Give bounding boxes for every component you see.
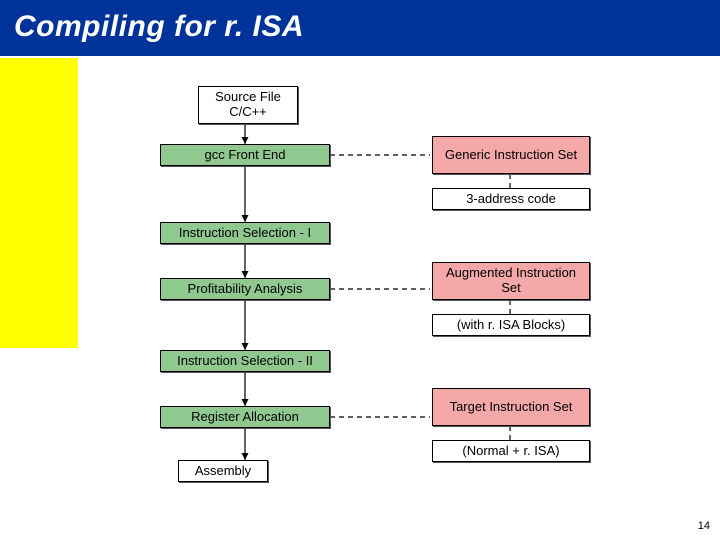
box-regalloc: Register Allocation — [160, 406, 330, 428]
box-assembly: Assembly — [178, 460, 268, 482]
box-source: Source File C/C++ — [198, 86, 298, 124]
box-gcc: gcc Front End — [160, 144, 330, 166]
box-three-addr: 3-address code — [432, 188, 590, 210]
page-number: 14 — [698, 520, 710, 532]
box-isel1: Instruction Selection - I — [160, 222, 330, 244]
diagram-stage: Source File C/C++ gcc Front End Instruct… — [0, 0, 720, 540]
connectors — [0, 0, 720, 540]
box-target-iset: Target Instruction Set — [432, 388, 590, 426]
box-augmented: Augmented Instruction Set — [432, 262, 590, 300]
box-profit: Profitability Analysis — [160, 278, 330, 300]
box-isel2: Instruction Selection - II — [160, 350, 330, 372]
box-generic-iset: Generic Instruction Set — [432, 136, 590, 174]
box-with-risa: (with r. ISA Blocks) — [432, 314, 590, 336]
box-normal-risa: (Normal + r. ISA) — [432, 440, 590, 462]
